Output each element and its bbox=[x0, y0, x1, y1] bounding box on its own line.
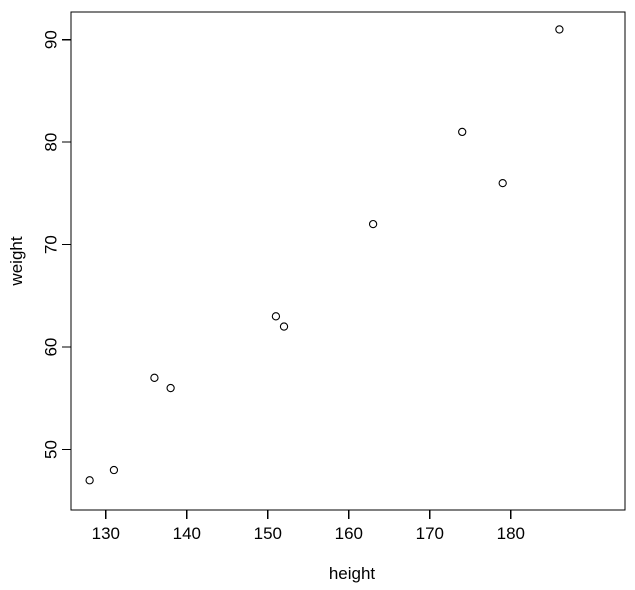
plot-background bbox=[0, 0, 635, 590]
y-axis-title: weight bbox=[7, 236, 26, 286]
x-tick-label: 140 bbox=[173, 524, 201, 543]
y-tick-label: 50 bbox=[42, 440, 61, 459]
y-tick-label: 90 bbox=[42, 30, 61, 49]
x-tick-label: 150 bbox=[254, 524, 282, 543]
y-tick-label: 60 bbox=[42, 338, 61, 357]
x-axis-title: height bbox=[329, 564, 376, 583]
x-tick-label: 160 bbox=[335, 524, 363, 543]
y-tick-label: 80 bbox=[42, 133, 61, 152]
x-tick-label: 130 bbox=[92, 524, 120, 543]
plot-canvas: 130 140 150 160 170 180 50 60 70 80 90 height wei… bbox=[0, 0, 635, 590]
x-tick-label: 170 bbox=[416, 524, 444, 543]
y-tick-label: 70 bbox=[42, 235, 61, 254]
scatter-plot-figure: 130 140 150 160 170 180 50 60 70 80 90 height wei… bbox=[0, 0, 635, 590]
x-tick-label: 180 bbox=[497, 524, 525, 543]
